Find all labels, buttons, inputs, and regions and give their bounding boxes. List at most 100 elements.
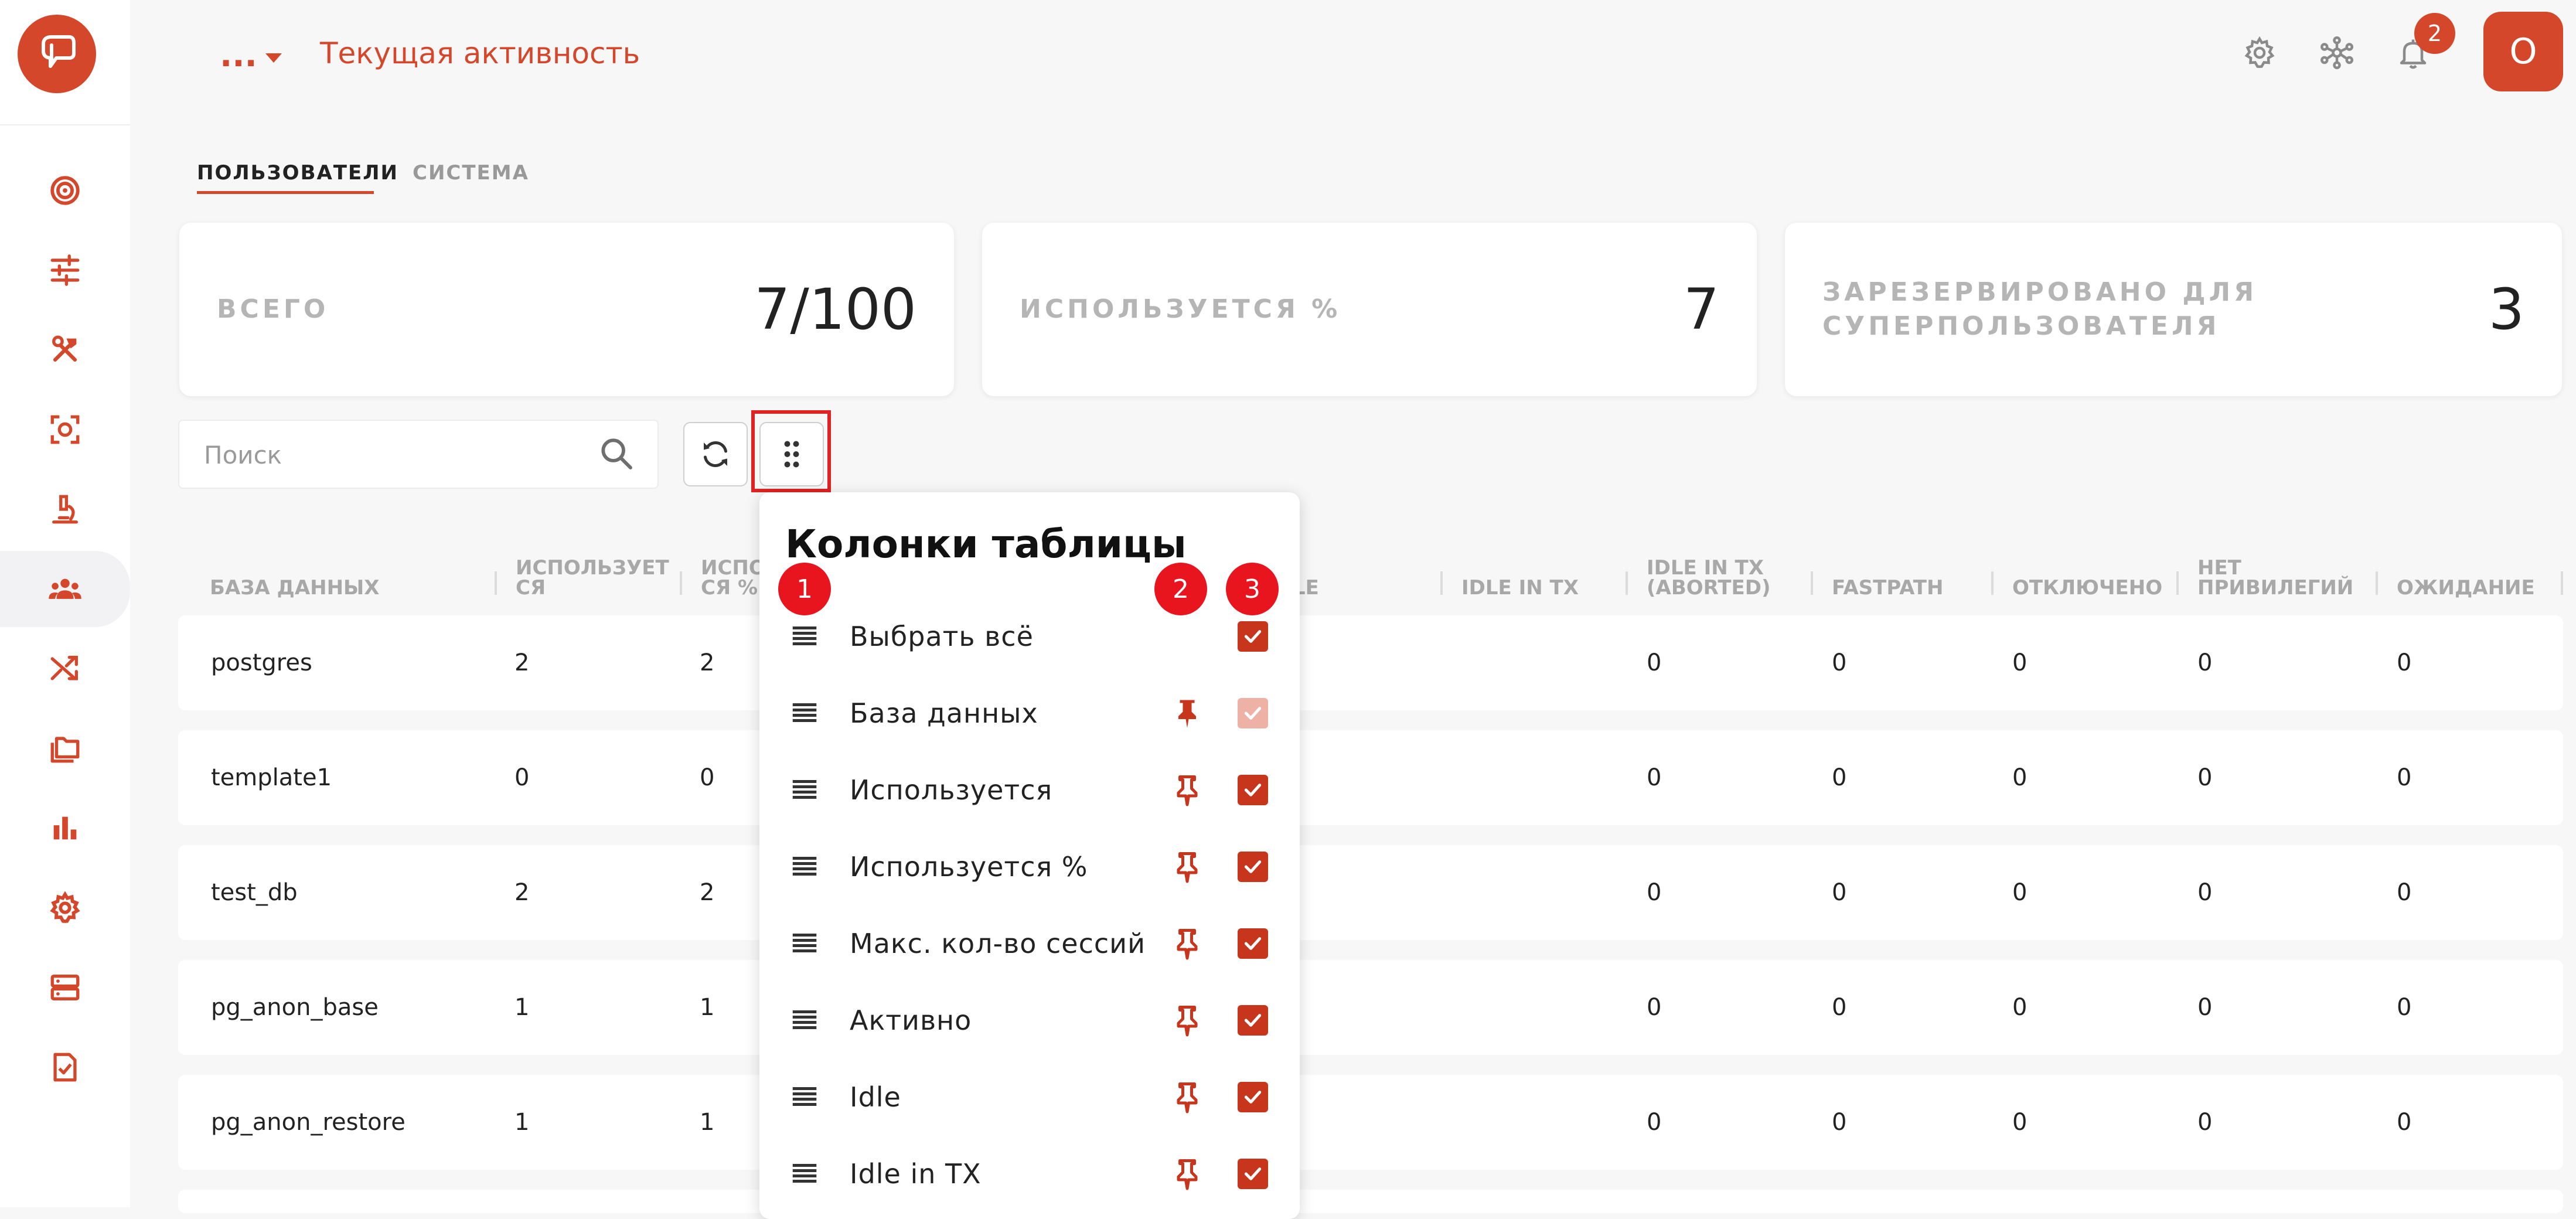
cell-idle-in-tx-aborted: 0 xyxy=(1647,649,1662,676)
column-header-disabled[interactable]: ОТКЛЮЧЕНО xyxy=(2012,551,2162,598)
sidebar-item-target[interactable] xyxy=(0,152,130,229)
column-option-label: Макс. кол-во сессий xyxy=(850,927,1146,959)
column-option-max-sessions[interactable]: Макс. кол-во сессий xyxy=(759,905,1300,982)
sidebar-item-microscope[interactable] xyxy=(0,471,130,547)
table-row[interactable]: postgres 2 2 0 0 0 0 0 xyxy=(178,615,2563,710)
cell-fastpath: 0 xyxy=(1832,649,1847,676)
sidebar xyxy=(0,0,130,1207)
column-checkbox[interactable] xyxy=(1238,1159,1268,1189)
column-option-idle[interactable]: Idle xyxy=(759,1058,1300,1135)
refresh-icon xyxy=(704,441,727,467)
drag-handle-icon[interactable] xyxy=(789,620,820,652)
column-option-select-all[interactable]: Выбрать всё xyxy=(759,598,1300,675)
stat-card-label: ВСЕГО xyxy=(217,294,329,324)
app-logo[interactable] xyxy=(18,15,96,93)
pin-icon[interactable] xyxy=(1170,1080,1205,1115)
column-checkbox[interactable] xyxy=(1238,775,1268,805)
column-option-label: Активно xyxy=(850,1004,972,1036)
column-checkbox[interactable] xyxy=(1238,1005,1268,1036)
pin-icon[interactable] xyxy=(1170,1156,1205,1191)
gear-icon xyxy=(50,891,80,923)
caret-down-icon xyxy=(265,53,282,63)
sidebar-item-folders[interactable] xyxy=(0,710,130,786)
cell-fastpath: 0 xyxy=(1832,764,1847,791)
stat-card-reserved: ЗАРЕЗЕРВИРОВАНО ДЛЯ СУПЕРПОЛЬЗОВАТЕЛЯ 3 xyxy=(1785,223,2562,396)
cell-disabled: 0 xyxy=(2012,764,2028,791)
sidebar-item-users[interactable] xyxy=(0,551,130,627)
drag-handle-icon[interactable] xyxy=(789,850,820,882)
column-header-no-privileges[interactable]: НЕТ ПРИВИЛЕГИЙ xyxy=(2197,551,2353,598)
column-header-fastpath[interactable]: FASTPATH xyxy=(1832,551,1943,598)
shuffle-icon xyxy=(50,656,78,680)
sidebar-item-scan[interactable] xyxy=(0,391,130,468)
column-option-label: Idle in TX xyxy=(850,1157,982,1190)
column-header-used[interactable]: ИСПОЛЬЗУЕТ СЯ xyxy=(516,551,669,598)
column-header-idle-in-tx-aborted[interactable]: IDLE IN TX (ABORTED) xyxy=(1647,551,1771,598)
drag-handle-icon[interactable] xyxy=(789,1157,820,1189)
drag-handle-icon[interactable] xyxy=(789,697,820,728)
column-checkbox[interactable] xyxy=(1238,621,1268,652)
user-avatar[interactable]: О xyxy=(2483,12,2563,91)
sidebar-item-tools[interactable] xyxy=(0,312,130,388)
column-header-used-line2: СЯ xyxy=(516,576,546,600)
drag-handle-icon[interactable] xyxy=(789,1004,820,1036)
pin-icon[interactable] xyxy=(1170,1003,1205,1038)
column-header-database[interactable]: БАЗА ДАННЫХ xyxy=(210,551,379,598)
sidebar-item-settings[interactable] xyxy=(0,870,130,946)
column-header-used-percent[interactable]: ИСПО СЯ % xyxy=(701,551,766,598)
search-input[interactable] xyxy=(203,421,580,489)
column-option-active[interactable]: Активно xyxy=(759,982,1300,1058)
stat-card-used-percent: ИСПОЛЬЗУЕТСЯ % 7 xyxy=(982,223,1757,396)
pin-icon[interactable] xyxy=(1170,926,1205,961)
pin-icon[interactable] xyxy=(1170,849,1205,884)
column-checkbox[interactable] xyxy=(1238,1082,1268,1112)
settings-button[interactable] xyxy=(2236,29,2283,76)
search-icon[interactable] xyxy=(598,435,635,472)
cell-database: test_db xyxy=(211,879,298,906)
table-row[interactable] xyxy=(178,1190,2563,1213)
pin-filled-icon[interactable] xyxy=(1170,696,1205,731)
column-header-used-percent-line2: СЯ % xyxy=(701,576,758,600)
drag-handle-icon[interactable] xyxy=(789,927,820,959)
column-header-waiting[interactable]: ОЖИДАНИЕ xyxy=(2397,551,2535,598)
target-icon xyxy=(50,176,80,205)
cluster-button[interactable] xyxy=(2313,29,2360,76)
tab-system[interactable]: СИСТЕМА xyxy=(413,161,529,185)
drag-handle-icon[interactable] xyxy=(789,774,820,805)
column-separator xyxy=(2561,571,2563,595)
tab-users[interactable]: ПОЛЬЗОВАТЕЛИ xyxy=(197,161,398,185)
table-row[interactable]: pg_anon_restore 1 1 0 0 0 0 0 xyxy=(178,1075,2563,1170)
users-icon xyxy=(49,578,81,599)
cell-waiting: 0 xyxy=(2397,649,2412,676)
column-option-idle-in-tx[interactable]: Idle in TX xyxy=(759,1135,1300,1212)
drag-handle-icon[interactable] xyxy=(789,1081,820,1112)
sidebar-item-checklist[interactable] xyxy=(0,1029,130,1105)
column-header-idle-in-tx[interactable]: IDLE IN TX xyxy=(1461,551,1579,598)
network-icon xyxy=(2321,36,2354,70)
table-row[interactable]: test_db 2 2 0 0 0 0 0 xyxy=(178,845,2563,940)
stat-card-value: 7/100 xyxy=(754,277,916,342)
sidebar-item-shuffle[interactable] xyxy=(0,631,130,707)
pin-icon[interactable] xyxy=(1170,772,1205,808)
cell-waiting: 0 xyxy=(2397,994,2412,1021)
more-menu-label: ... xyxy=(220,36,257,74)
cell-disabled: 0 xyxy=(2012,879,2028,906)
column-checkbox[interactable] xyxy=(1238,852,1268,882)
refresh-button[interactable] xyxy=(683,422,748,486)
sidebar-item-bar-chart[interactable] xyxy=(0,790,130,866)
table-row[interactable]: template1 0 0 0 0 0 0 0 xyxy=(178,730,2563,825)
column-checkbox[interactable] xyxy=(1238,928,1268,959)
columns-menu-title: Колонки таблицы xyxy=(785,522,1187,567)
more-menu-button[interactable]: ... xyxy=(220,36,282,74)
sidebar-item-server[interactable] xyxy=(0,949,130,1026)
column-option-used[interactable]: Используется xyxy=(759,751,1300,828)
table-row[interactable]: pg_anon_base 1 1 0 0 0 0 0 xyxy=(178,960,2563,1055)
sidebar-item-sliders[interactable] xyxy=(0,232,130,308)
scan-icon xyxy=(50,415,80,444)
search-box xyxy=(178,420,659,489)
column-option-used-percent[interactable]: Используется % xyxy=(759,828,1300,905)
column-option-database[interactable]: База данных xyxy=(759,675,1300,751)
check-icon xyxy=(1244,784,1262,796)
column-header-no-priv-line2: ПРИВИЛЕГИЙ xyxy=(2197,576,2354,600)
column-option-label: Idle xyxy=(850,1081,901,1113)
